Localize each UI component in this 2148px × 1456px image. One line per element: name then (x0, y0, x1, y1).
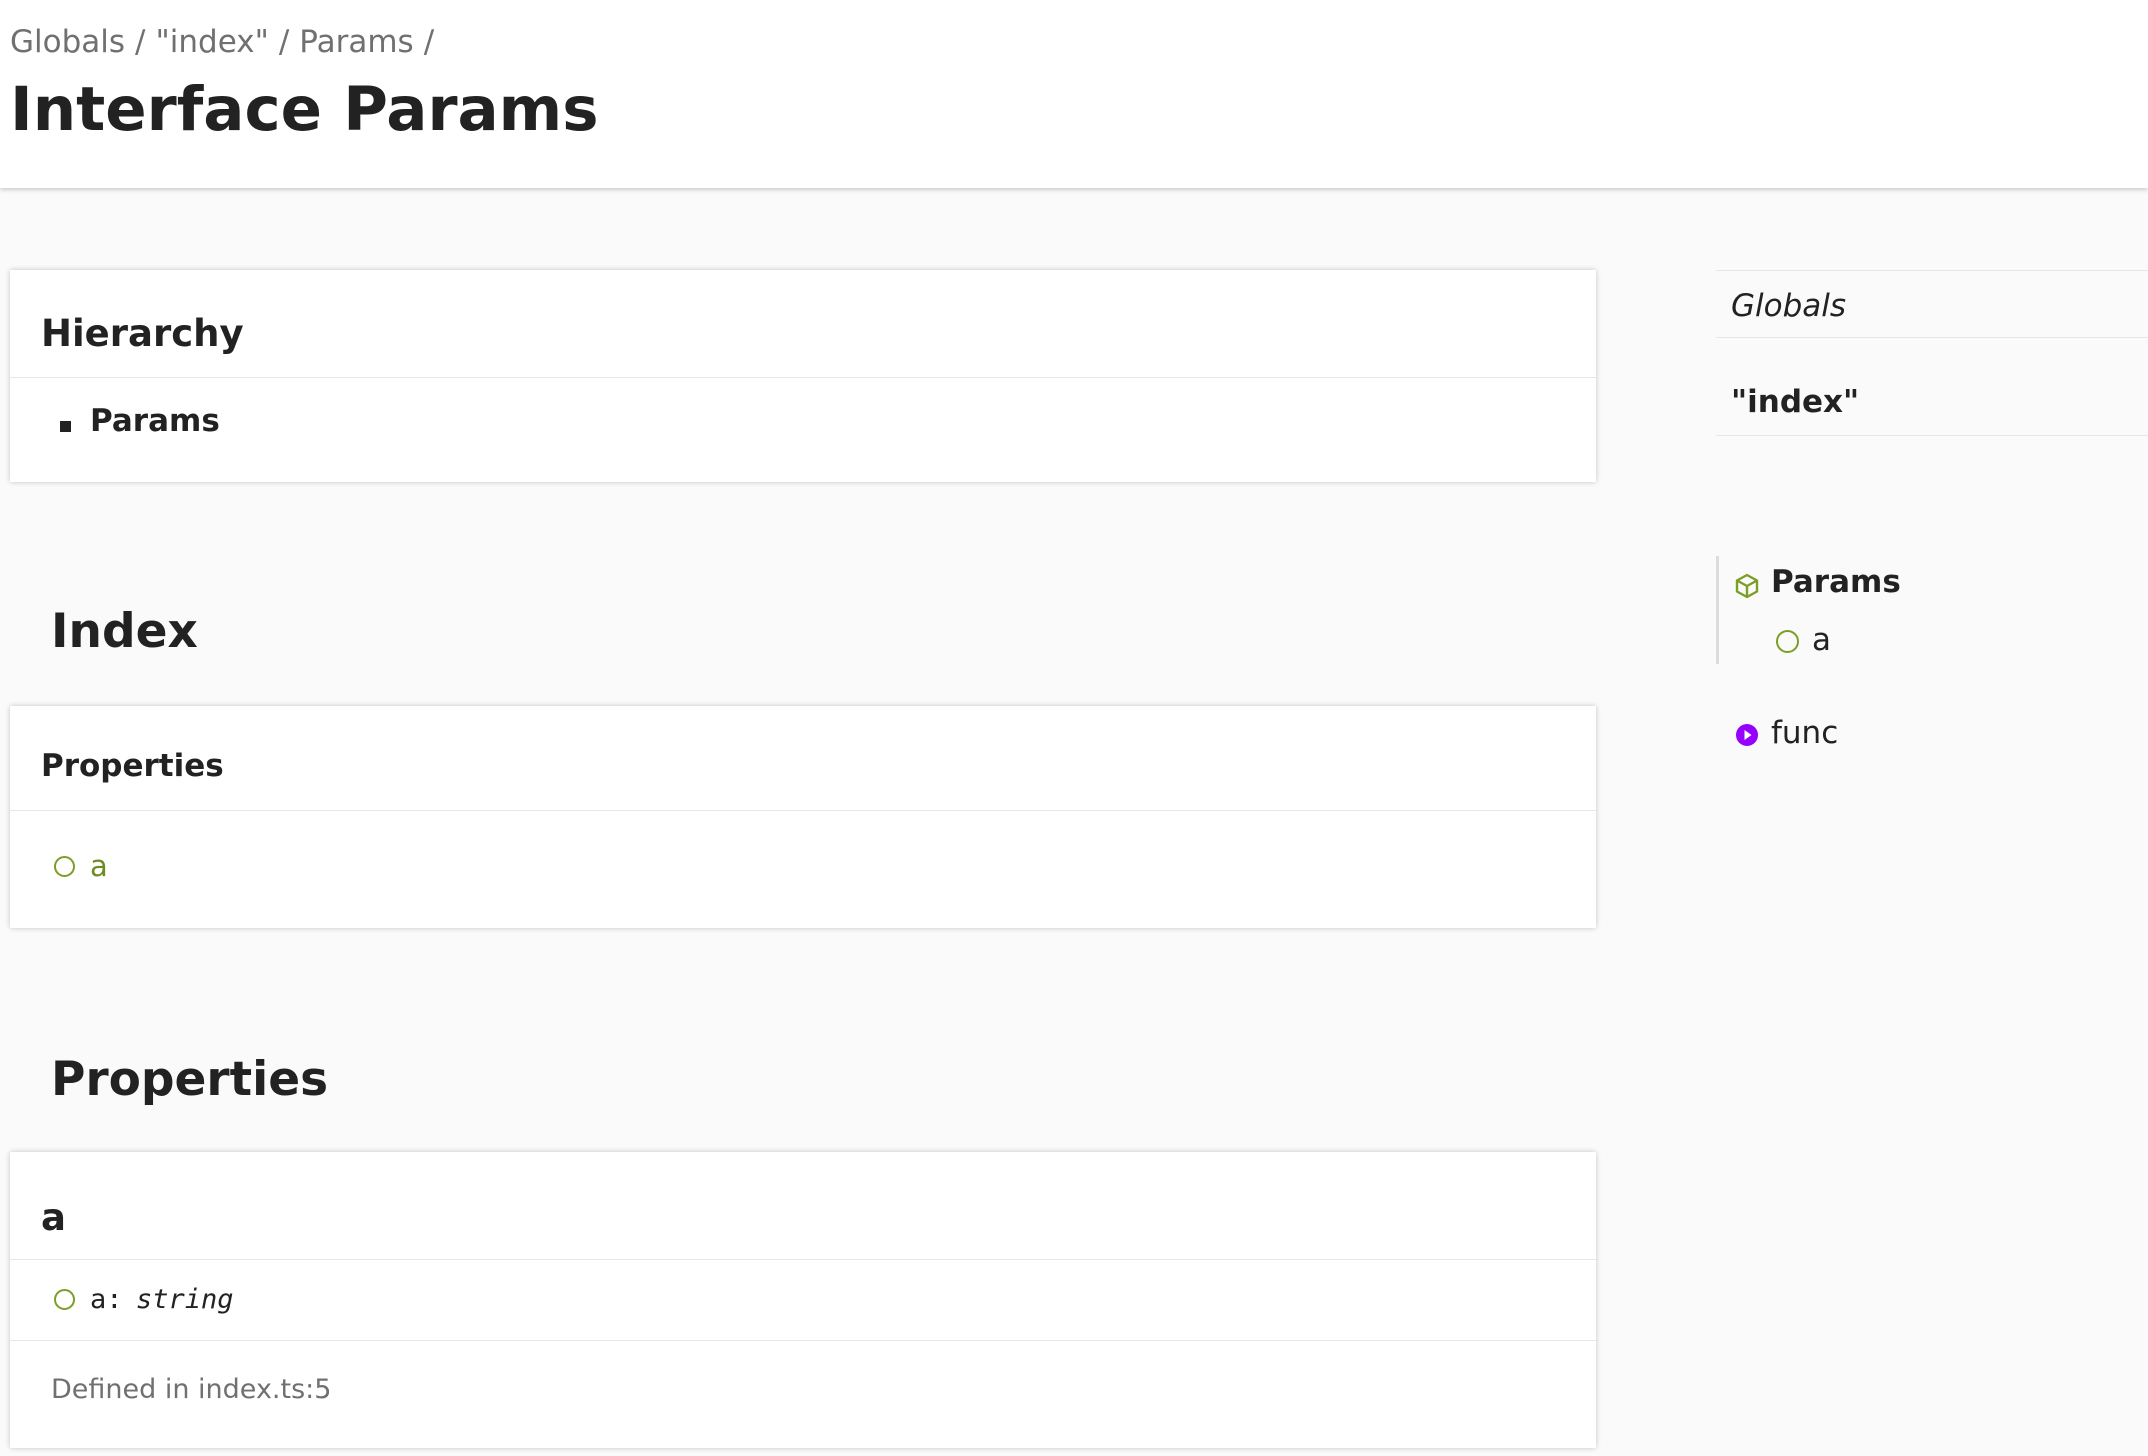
property-circle-icon (54, 856, 75, 877)
signature-name: a: (90, 1284, 123, 1315)
sidebar-link-globals[interactable]: Globals (1731, 288, 1846, 324)
hierarchy-title: Hierarchy (41, 312, 244, 355)
signature-type: string (136, 1284, 234, 1315)
hierarchy-card-header (10, 270, 1596, 378)
function-icon (1736, 724, 1758, 746)
index-property-link-a[interactable]: a (90, 849, 108, 883)
square-bullet-icon (60, 421, 71, 432)
breadcrumb: Globals / "index" / Params / (10, 24, 444, 60)
breadcrumb-index[interactable]: "index" (156, 24, 269, 60)
interface-cube-icon (1735, 573, 1759, 599)
member-signature-row (10, 1260, 1596, 1341)
breadcrumb-separator: / (423, 24, 435, 60)
sidebar-link-index[interactable]: "index" (1731, 384, 1859, 420)
sidebar-link-func[interactable]: func (1771, 715, 1838, 751)
breadcrumb-globals[interactable]: Globals (10, 24, 125, 60)
breadcrumb-separator: / (278, 24, 290, 60)
index-heading: Index (51, 604, 198, 659)
member-title: a (41, 1196, 66, 1239)
property-circle-icon (54, 1289, 75, 1310)
page-title: Interface Params (10, 74, 599, 145)
properties-heading: Properties (51, 1052, 329, 1107)
property-circle-icon (1776, 630, 1799, 653)
index-card (10, 706, 1596, 928)
index-card-header (10, 706, 1596, 811)
sidebar-link-a[interactable]: a (1812, 622, 1831, 658)
hierarchy-card (10, 270, 1596, 482)
breadcrumb-separator: / (135, 24, 146, 60)
breadcrumb-params[interactable]: Params (299, 24, 413, 60)
member-card-header (10, 1152, 1596, 1260)
sidebar-group-indicator (1716, 556, 1719, 664)
hierarchy-item-params: Params (90, 403, 220, 439)
index-properties-title: Properties (41, 748, 224, 784)
defined-in-source: Defined in index.ts:5 (51, 1374, 332, 1405)
sidebar-link-params[interactable]: Params (1771, 564, 1901, 600)
page-header: Globals / "index" / Params / Interface Params (0, 0, 2148, 188)
